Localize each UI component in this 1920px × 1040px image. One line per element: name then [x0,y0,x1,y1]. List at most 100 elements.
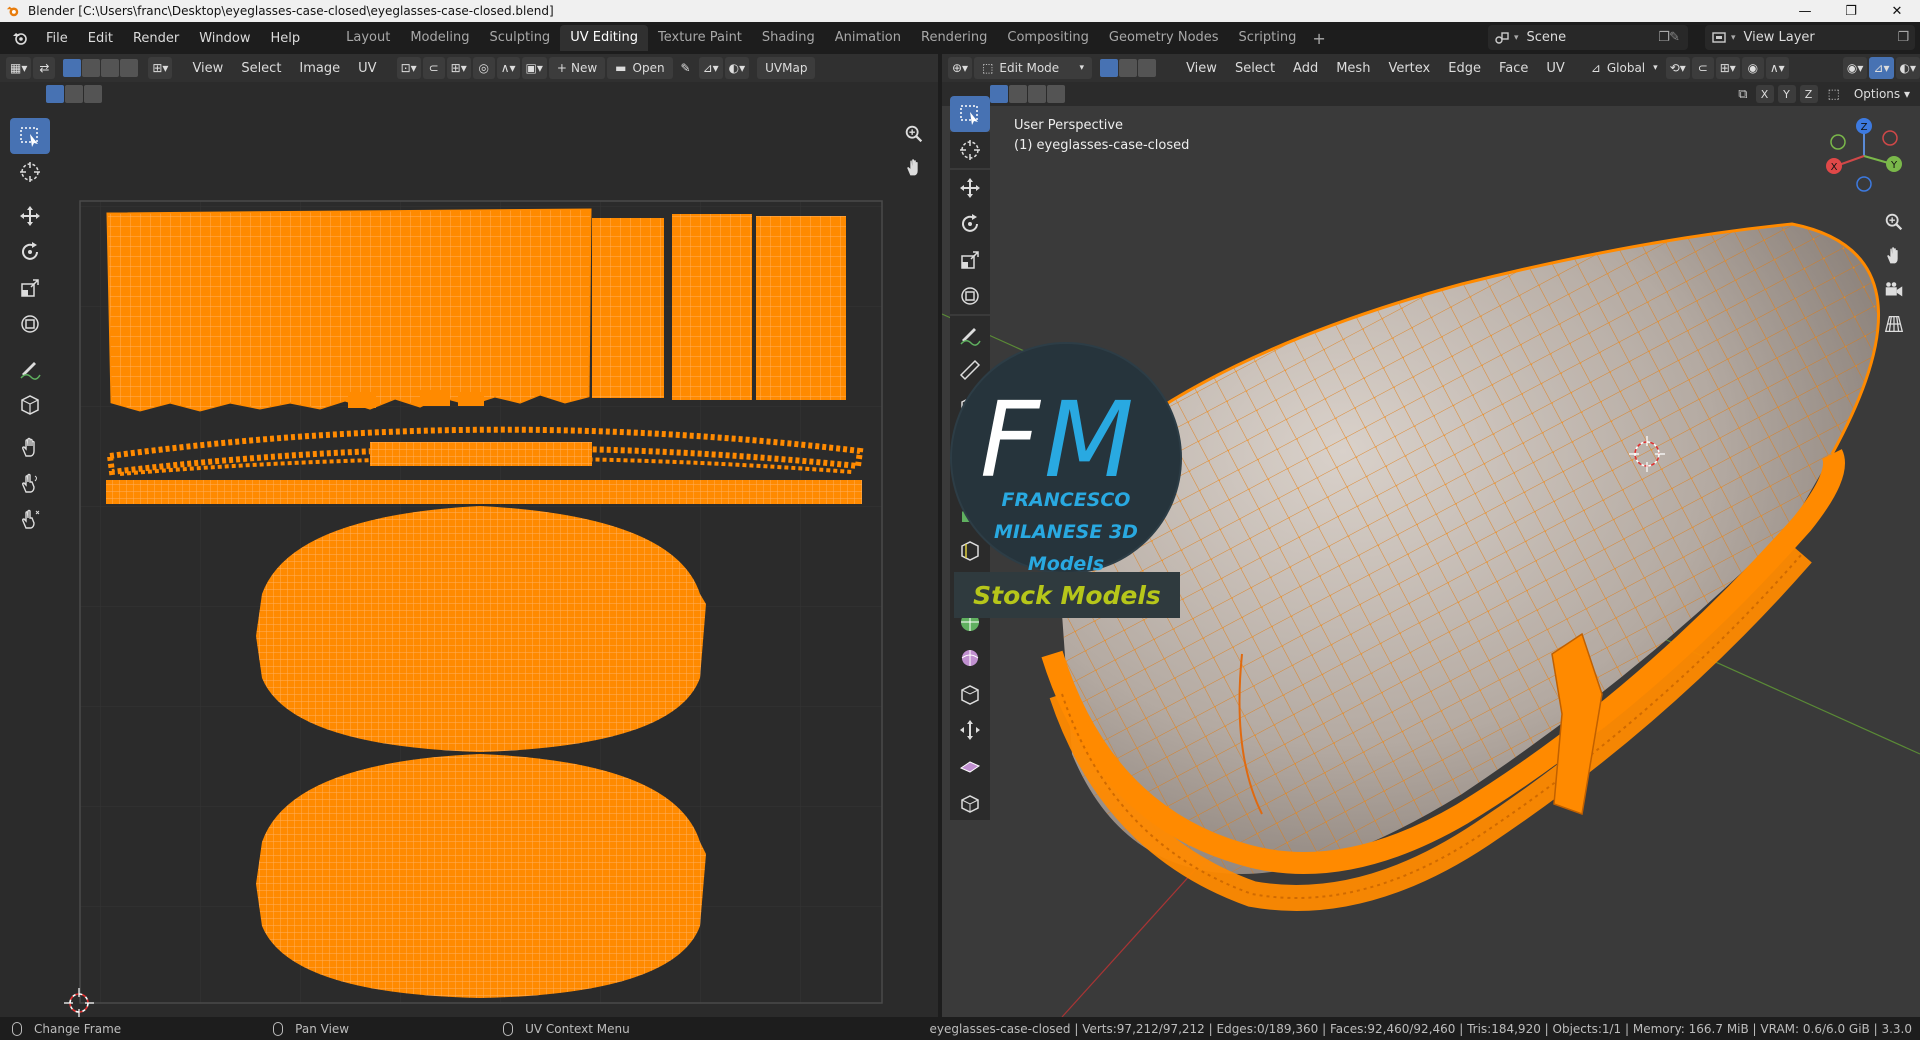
mirror-z-button[interactable]: Z [1799,85,1818,103]
mirror-y-button[interactable]: Y [1777,85,1796,103]
vp-tool-select-box[interactable] [950,96,990,132]
pivot-icon[interactable]: ⊡▾ [396,57,421,79]
uv-snap-icon[interactable]: ⊿▾ [698,57,723,79]
uv-select-tool-modes[interactable] [46,85,102,103]
vp-tool-smooth[interactable] [950,676,990,712]
vp-tool-shrink[interactable] [950,748,990,784]
snap-target-icon[interactable]: ⊞▾ [446,57,471,79]
tab-texture-paint[interactable]: Texture Paint [648,25,752,51]
tool-grab[interactable] [10,430,50,466]
tool-move[interactable] [10,198,50,234]
vp-tool-edge-slide[interactable] [950,712,990,748]
add-workspace-icon[interactable]: + [1306,29,1331,48]
tool-relax[interactable] [10,466,50,502]
mirror-icon[interactable]: ⧉ [1738,87,1747,102]
camera-view-icon[interactable] [1880,276,1908,304]
transform-orientation-selector[interactable]: ⊿ Global ▾ [1585,57,1664,79]
menu-file[interactable]: File [36,31,78,46]
tab-modeling[interactable]: Modeling [400,25,479,51]
vp-snap-icon[interactable]: ⊂ [1691,57,1714,79]
tab-shading[interactable]: Shading [752,25,825,51]
mode-selector[interactable]: ⬚ Edit Mode ▾ [974,57,1093,79]
tool-cursor[interactable] [10,154,50,190]
uv-canvas[interactable] [0,106,938,1017]
vp-menu-edge[interactable]: Edge [1440,61,1489,76]
vp-proportional-icon[interactable]: ◉ [1741,57,1764,79]
mesh-select-mode[interactable] [1100,59,1157,77]
vp-zoom-icon[interactable] [1880,208,1908,236]
vp-menu-face[interactable]: Face [1491,61,1536,76]
gizmo-toggle-icon[interactable]: ⊿▾ [1869,57,1894,79]
tool-annotate[interactable] [10,350,50,386]
pin-image-icon[interactable]: ✎ [675,57,697,79]
vp-falloff-icon[interactable]: ∧▾ [1765,57,1789,79]
vp-tool-scale[interactable] [950,242,990,278]
tab-compositing[interactable]: Compositing [997,25,1099,51]
pivot-point-icon[interactable]: ⟲▾ [1665,57,1690,79]
menu-help[interactable]: Help [261,31,311,46]
tab-sculpting[interactable]: Sculpting [479,25,560,51]
view-layer-new-icon[interactable]: ❐ [1897,30,1909,45]
pan-view-icon[interactable] [900,154,928,182]
vp-menu-add[interactable]: Add [1285,61,1326,76]
vp-snap-target-icon[interactable]: ⊞▾ [1715,57,1740,79]
tab-scripting[interactable]: Scripting [1229,25,1307,51]
new-image-button[interactable]: + New [548,57,606,79]
options-dropdown[interactable]: Options ▾ [1854,87,1910,101]
tool-rotate[interactable] [10,234,50,270]
perspective-toggle-icon[interactable] [1880,310,1908,338]
open-image-button[interactable]: ▬ Open [607,57,673,79]
vp-menu-mesh[interactable]: Mesh [1328,61,1378,76]
scene-new-button[interactable]: ❐ [1654,25,1674,50]
maximize-button[interactable]: ❐ [1828,0,1874,22]
vp-select-tool-modes[interactable] [990,85,1065,103]
uv-sync-icon[interactable]: ⇄ [33,57,56,79]
image-browse-icon[interactable]: ▣▾ [521,57,547,79]
menu-edit[interactable]: Edit [78,31,123,46]
visibility-icon[interactable]: ◉▾ [1842,57,1868,79]
uv-menu-image[interactable]: Image [291,61,348,76]
falloff-icon[interactable]: ∧▾ [496,57,520,79]
navigation-gizmo[interactable]: Z Y X [1822,114,1906,198]
mirror-x-button[interactable]: X [1755,85,1774,103]
vp-tool-spin[interactable] [950,640,990,676]
tab-geometry-nodes[interactable]: Geometry Nodes [1099,25,1229,51]
uv-menu-view[interactable]: View [184,61,231,76]
vp-menu-uv[interactable]: UV [1538,61,1572,76]
menu-render[interactable]: Render [123,31,189,46]
editor-type-icon[interactable]: ▦▾ [6,57,32,79]
tab-uv-editing[interactable]: UV Editing [560,25,649,51]
auto-merge-icon[interactable]: ⬚ [1828,87,1840,102]
uv-menu-select[interactable]: Select [233,61,289,76]
view-layer-name[interactable]: View Layer [1744,30,1815,45]
proportional-icon[interactable]: ◎ [472,57,495,79]
zoom-view-icon[interactable] [900,120,928,148]
vp-tool-transform[interactable] [950,278,990,314]
tab-rendering[interactable]: Rendering [911,25,997,51]
vp-tool-cursor[interactable] [950,132,990,168]
blender-menu-icon[interactable] [12,30,28,46]
close-button[interactable]: ✕ [1874,0,1920,22]
vp-tool-rotate[interactable] [950,206,990,242]
scene-name[interactable]: Scene [1527,30,1567,45]
vp-menu-view[interactable]: View [1178,61,1225,76]
minimize-button[interactable]: — [1782,0,1828,22]
uv-overlay-icon[interactable]: ◐▾ [724,57,750,79]
overlay-toggle-icon[interactable]: ◐▾ [1895,57,1920,79]
tab-layout[interactable]: Layout [336,25,400,51]
vp-menu-vertex[interactable]: Vertex [1380,61,1438,76]
view-layer-selector[interactable]: ▾ View Layer ❐ [1705,25,1915,50]
menu-window[interactable]: Window [189,31,260,46]
viewport-editor-type-icon[interactable]: ⊕▾ [948,57,973,79]
uvmap-selector[interactable]: UVMap [757,57,816,79]
snap-icon[interactable]: ⊂ [422,57,445,79]
tool-pinch[interactable] [10,502,50,538]
tool-rip-region[interactable] [10,386,50,422]
sticky-select-icon[interactable]: ⊞▾ [148,57,173,79]
vp-tool-move[interactable] [950,170,990,206]
tool-transform[interactable] [10,306,50,342]
uv-select-mode[interactable] [63,59,139,77]
vp-pan-icon[interactable] [1880,242,1908,270]
vp-tool-shear[interactable] [950,784,990,820]
tab-animation[interactable]: Animation [825,25,911,51]
